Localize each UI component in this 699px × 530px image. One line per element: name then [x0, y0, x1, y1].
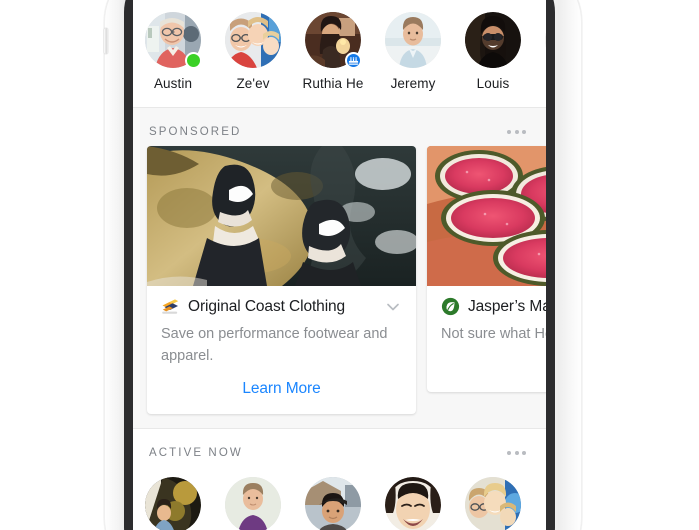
story-item-ruthia-he[interactable]: Ruthia He [293, 12, 373, 91]
ad-cta-sign-up[interactable]: Sig [441, 358, 546, 376]
shoes-on-rock-photo [147, 146, 416, 286]
more-options-icon[interactable] [503, 126, 530, 138]
ad-card-jaspers-market[interactable]: Jasper’s Ma Not sure what Here’s a great… [427, 146, 546, 392]
ad-body: Jasper’s Ma Not sure what Here’s a great… [427, 286, 546, 392]
avatar [385, 12, 441, 68]
screenshot-stage: Austin Ze'ev Ruthia He Jeremy Louis SPON… [0, 0, 699, 530]
avatar-wrap [225, 12, 281, 68]
avatar-wrap [465, 12, 521, 68]
sponsored-header: SPONSORED [133, 108, 546, 146]
birthday-cake-badge [345, 52, 362, 69]
active-now-label: ACTIVE NOW [149, 447, 243, 459]
active-now-row[interactable] [133, 467, 546, 530]
story-name: Austin [153, 76, 193, 91]
active-now-item[interactable] [453, 477, 533, 530]
story-item-louis[interactable]: Louis [453, 12, 533, 91]
volume-button[interactable] [104, 28, 108, 54]
ad-title: Jasper’s Ma [468, 297, 546, 315]
ad-title-row: Original Coast Clothing [161, 297, 402, 316]
ad-title-row: Jasper’s Ma [441, 297, 546, 316]
original-coast-clothing-logo [161, 297, 180, 316]
sponsored-section: SPONSORED Original Coast Clothing Save o… [133, 108, 546, 428]
sponsored-cards: Original Coast Clothing Save on performa… [133, 146, 546, 414]
story-item-zeev[interactable]: Ze'ev [213, 12, 293, 91]
active-now-item[interactable] [133, 477, 213, 530]
active-now-item[interactable] [213, 477, 293, 530]
ad-description: Save on performance footwear and apparel… [161, 326, 388, 364]
more-options-icon[interactable] [503, 447, 530, 459]
story-name: Louis [476, 76, 510, 91]
stories-row[interactable]: Austin Ze'ev Ruthia He Jeremy Louis [133, 0, 546, 108]
ad-body: Original Coast Clothing Save on performa… [147, 286, 416, 414]
jaspers-market-logo [441, 297, 460, 316]
avatar [225, 12, 281, 68]
ad-title: Original Coast Clothing [188, 297, 346, 315]
avatar [385, 477, 441, 530]
avatar [225, 477, 281, 530]
active-now-section: ACTIVE NOW [133, 428, 546, 530]
story-item-austin[interactable]: Austin [133, 12, 213, 91]
active-now-header: ACTIVE NOW [133, 429, 546, 467]
ad-description: Not sure what Here’s a great [441, 326, 546, 342]
sponsored-label: SPONSORED [149, 126, 242, 138]
story-name: Ruthia He [302, 76, 364, 91]
story-name: Jeremy [390, 76, 436, 91]
avatar-wrap [145, 12, 202, 69]
story-name: Ze'ev [236, 76, 270, 91]
story-item-partial[interactable] [533, 12, 546, 76]
chevron-down-icon[interactable] [384, 298, 402, 316]
avatar-wrap [545, 12, 546, 68]
phone-screen: Austin Ze'ev Ruthia He Jeremy Louis SPON… [133, 0, 546, 530]
avatar-wrap [385, 12, 441, 68]
avatar [465, 477, 521, 530]
active-now-item[interactable] [373, 477, 453, 530]
avatar-wrap [305, 12, 362, 69]
avatar [545, 12, 546, 68]
sliced-radish-photo [427, 146, 546, 286]
cake-icon [348, 57, 359, 65]
active-now-item[interactable] [293, 477, 373, 530]
online-status-badge [185, 52, 202, 69]
story-item-jeremy[interactable]: Jeremy [373, 12, 453, 91]
avatar [145, 477, 201, 530]
avatar [305, 477, 361, 530]
ad-cta-learn-more[interactable]: Learn More [161, 380, 402, 398]
ad-card-original-coast-clothing[interactable]: Original Coast Clothing Save on performa… [147, 146, 416, 414]
avatar [465, 12, 521, 68]
